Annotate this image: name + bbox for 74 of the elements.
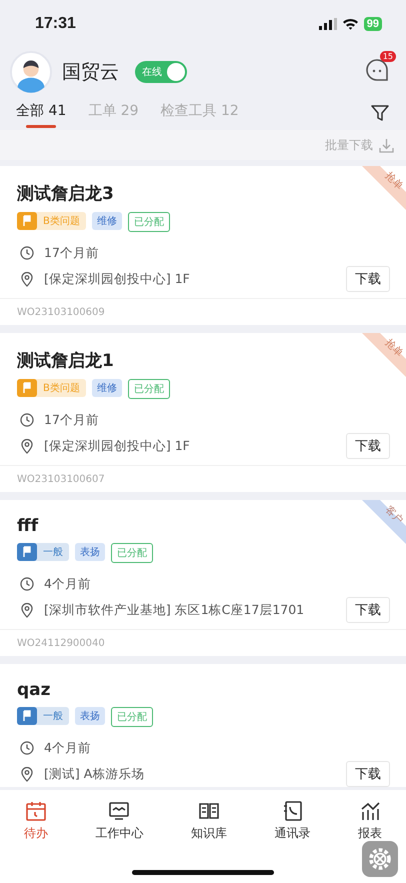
nav-tab[interactable]: 通讯录 — [274, 800, 311, 842]
message-count-badge: 15 — [380, 51, 396, 62]
order-title: qaz — [17, 680, 52, 700]
avatar[interactable] — [10, 51, 52, 93]
status-tag: 已分配 — [128, 379, 170, 399]
location-pin-icon — [20, 438, 34, 454]
download-button[interactable]: 下载 — [346, 597, 390, 623]
priority-tag: 一般 — [17, 707, 69, 725]
order-title: 测试詹启龙3 — [17, 183, 115, 205]
work-order-card[interactable]: qaz 一般 表扬 已分配 4个月前 [测试] A栋游乐场 下载 — [0, 664, 406, 787]
order-time: 17个月前 — [44, 412, 99, 428]
download-icon — [379, 138, 394, 152]
corner-ribbon — [362, 500, 406, 544]
corner-ribbon — [362, 166, 406, 210]
location-pin-icon — [20, 272, 34, 286]
ribbon-label: 抢单 — [382, 169, 406, 194]
flag-icon — [22, 382, 32, 394]
clock-icon — [20, 577, 34, 591]
order-time: 4个月前 — [44, 576, 91, 592]
nav-tab[interactable]: 工作中心 — [95, 800, 144, 842]
flag-icon — [22, 215, 32, 227]
flag-icon — [22, 710, 32, 722]
filter-icon[interactable] — [370, 103, 390, 123]
clock-icon — [20, 413, 34, 427]
location-pin-icon — [20, 766, 34, 782]
priority-tag: B类问题 — [17, 379, 86, 397]
order-location: [保定深圳园创投中心] 1F — [44, 438, 191, 454]
order-location: [深圳市软件产业基地] 东区1栋C座17层1701 — [44, 602, 306, 618]
location-pin-icon — [20, 602, 34, 618]
nav-tab[interactable]: 报表 — [358, 800, 382, 842]
order-time: 17个月前 — [44, 244, 99, 262]
order-title: 测试詹启龙1 — [17, 350, 115, 372]
order-number: WO24112900040 — [0, 629, 406, 656]
status-tag: 已分配 — [128, 212, 170, 232]
priority-tag: B类问题 — [17, 212, 86, 230]
nav-tab[interactable]: 知识库 — [190, 800, 227, 842]
clock-icon — [20, 741, 34, 755]
order-number: WO23103100609 — [0, 298, 406, 325]
order-number: WO23103100607 — [0, 465, 406, 492]
settings-icon[interactable] — [362, 841, 398, 877]
download-button[interactable]: 下载 — [346, 761, 390, 787]
book-icon — [198, 800, 220, 822]
order-title: fff — [17, 516, 40, 536]
ribbon-label: 客户 — [382, 503, 406, 528]
order-location: [保定深圳园创投中心] 1F — [44, 270, 191, 288]
order-location: [测试] A栋游乐场 — [44, 766, 146, 782]
type-tag: 表扬 — [75, 543, 105, 561]
contact-book-icon — [282, 800, 304, 822]
filter-tab[interactable]: 全部 41 — [16, 98, 66, 128]
wifi-icon — [342, 18, 359, 30]
status-time: 17:31 — [35, 15, 76, 33]
flag-icon — [22, 546, 32, 558]
chart-icon — [359, 800, 382, 822]
order-time: 4个月前 — [44, 740, 91, 756]
type-tag: 维修 — [92, 212, 122, 230]
work-order-card[interactable]: 抢单 测试詹启龙1 B类问题 维修 已分配 17个月前 [保定深圳园创投中心] 1F 下载 WO23103100607 — [0, 333, 406, 492]
calendar-icon — [24, 800, 47, 822]
status-tag: 已分配 — [111, 707, 153, 727]
battery-level: 99 — [364, 17, 382, 31]
user-name: 国贸云 — [62, 60, 119, 85]
corner-ribbon — [362, 333, 406, 377]
type-tag: 维修 — [92, 379, 122, 397]
nav-tab[interactable]: 待办 — [24, 800, 48, 842]
work-order-card[interactable]: 客户 fff 一般 表扬 已分配 4个月前 [深圳市软件产业基地] 东区1栋C座17层1701 下载 WO24112900040 — [0, 500, 406, 656]
priority-tag: 一般 — [17, 543, 69, 561]
download-button[interactable]: 下载 — [346, 266, 390, 292]
download-button[interactable]: 下载 — [346, 433, 390, 459]
type-tag: 表扬 — [75, 707, 105, 725]
ribbon-label: 抢单 — [382, 336, 406, 360]
work-order-card[interactable]: 抢单 测试詹启龙3 B类问题 维修 已分配 17个月前 [保定深圳园创投中心] 1F 下载 WO23103100609 — [0, 166, 406, 325]
status-tag: 已分配 — [111, 543, 153, 563]
monitor-icon — [108, 800, 130, 822]
signal-icon — [318, 18, 337, 30]
clock-icon — [20, 246, 34, 260]
